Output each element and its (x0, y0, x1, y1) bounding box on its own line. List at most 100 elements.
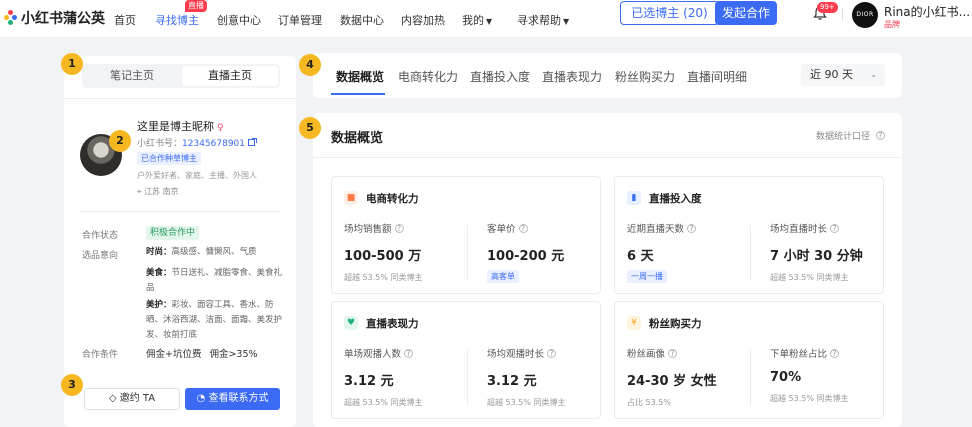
user-name[interactable]: Rina的小红书... (884, 3, 970, 20)
tab-data-overview[interactable]: 数据概览 (336, 68, 384, 85)
data-tabs-bar: 数据概览 电商转化力 直播投入度 直播表现力 粉丝购买力 直播间明细 近 90 … (313, 53, 902, 98)
card-title: 粉丝购买力 (649, 318, 702, 330)
help-icon[interactable]: ? (668, 349, 678, 358)
creator-id-value[interactable]: 12345678901 (182, 139, 245, 149)
nav-help[interactable]: 寻求帮助 ▼ (517, 12, 569, 28)
tab-live-homepage[interactable]: 直播主页 (182, 66, 278, 86)
nav-home[interactable]: 首页 (114, 12, 136, 28)
step-marker-1: 1 (61, 53, 83, 75)
launch-cooperation-button[interactable]: 发起合作 (715, 1, 777, 25)
divider (467, 225, 468, 281)
step-marker-4: 4 (299, 54, 321, 76)
help-icon[interactable]: ? (547, 349, 557, 358)
divider (750, 350, 751, 406)
invite-button[interactable]: ◇ 邀约 TA (84, 388, 180, 410)
card-title: 直播投入度 (649, 193, 702, 205)
term-item: 佣金+坑位费 (146, 349, 202, 360)
metric-sub: 超越 53.5% 同类博主 (344, 398, 423, 407)
nav-find-creators[interactable]: 寻找博主 (155, 12, 199, 28)
nav-help-label: 寻求帮助 (517, 14, 561, 27)
step-marker-5: 5 (299, 117, 321, 139)
metric-value: 3.12 元 (344, 374, 394, 389)
section-title: 数据概览 (331, 131, 384, 146)
brand-tag: 品牌 (884, 20, 900, 29)
nav-creative-center[interactable]: 创意中心 (217, 12, 261, 28)
metric-live-duration: 场均直播时长? 7 小时 30 分钟 超越 53.5% 同类博主 (770, 221, 896, 283)
metric-label: 单场观播人数? (344, 346, 470, 360)
pref-beauty: 美护：彩妆、面容工具、香水、防晒、沐浴西湖、洁面、面霜、美发护发、妆前打底 (146, 298, 286, 343)
user-avatar[interactable]: DIOR (852, 2, 878, 28)
contact-label: 查看联系方式 (208, 393, 269, 404)
notification-badge: 99+ (817, 2, 838, 13)
app-logo[interactable]: 小红书蒲公英 (4, 8, 105, 28)
coop-status-badge: 积极合作中 (146, 226, 200, 240)
view-contact-button[interactable]: ◔ 查看联系方式 (185, 388, 280, 410)
pref-category: 时尚： (146, 247, 172, 257)
help-icon[interactable]: ? (687, 224, 697, 233)
help-icon[interactable]: ? (830, 349, 840, 358)
date-range-select[interactable]: 近 90 天 ⌄ (801, 64, 885, 86)
help-icon[interactable]: ? (830, 224, 840, 233)
metric-label: 场均销售额? (344, 221, 470, 235)
data-overview-panel: 数据概览 数据统计口径 ? ■ 电商转化力 场均销售额? 100-500 万 超… (313, 113, 902, 427)
divider (64, 98, 296, 99)
help-icon[interactable]: ? (518, 224, 528, 233)
metric-label-text: 粉丝画像 (627, 349, 666, 360)
metric-avg-sales: 场均销售额? 100-500 万 超越 53.5% 同类博主 (344, 221, 470, 283)
metric-sub: 超越 53.5% 同类博主 (770, 273, 849, 282)
divider (80, 211, 280, 212)
invite-label: 邀约 TA (119, 393, 156, 404)
nav-mine[interactable]: 我的 ▼ (462, 12, 492, 28)
divider (842, 8, 843, 20)
metric-label: 场均观播时长? (487, 346, 613, 360)
metric-value: 3.12 元 (487, 374, 537, 389)
help-icon[interactable]: ? (404, 349, 414, 358)
chevron-down-icon: ▼ (563, 17, 570, 26)
metric-live-days: 近期直播天数? 6 天 一周一播 (627, 221, 753, 283)
creator-profile-panel: 笔记主页 直播主页 这里是博主昵称 ♀ 小红书号：12345678901 已合作种… (64, 56, 296, 427)
divider (467, 350, 468, 406)
stat-definition-link[interactable]: 数据统计口径 ? (816, 129, 885, 142)
metric-label-text: 客单价 (487, 224, 516, 235)
logo-text: 小红书蒲公英 (21, 11, 105, 27)
coop-status-label: 合作状态 (82, 231, 119, 241)
nav-content-boost[interactable]: 内容加热 (401, 12, 445, 28)
tab-live-performance[interactable]: 直播表现力 (542, 68, 602, 85)
metric-sub: 超越 53.5% 同类博主 (770, 394, 849, 403)
selected-creators-button[interactable]: 已选博主 (20) (620, 1, 719, 25)
metric-label: 客单价? (487, 221, 613, 235)
creator-location: ⌖ 江苏 南京 (137, 186, 179, 197)
date-range-value: 近 90 天 (810, 68, 853, 81)
nav-data-center[interactable]: 数据中心 (340, 12, 384, 28)
pref-fashion: 时尚：高级感、慵懒风、气质 (146, 245, 286, 260)
step-marker-2: 2 (109, 130, 131, 152)
metric-value: 100-200 元 (487, 249, 565, 264)
nav-mine-label: 我的 (462, 14, 484, 27)
divider (750, 225, 751, 281)
tab-ecommerce-conversion[interactable]: 电商转化力 (398, 68, 458, 85)
term-item: 佣金>35% (209, 349, 258, 360)
tab-fan-purchasing[interactable]: 粉丝购买力 (615, 68, 675, 85)
card-live-investment: ▮ 直播投入度 近期直播天数? 6 天 一周一播 场均直播时长? 7 小时 30… (614, 176, 884, 294)
metric-sub: 超越 53.5% 同类博主 (487, 398, 566, 407)
metric-sub: 超越 53.5% 同类博主 (344, 273, 423, 282)
female-icon: ♀ (217, 123, 224, 133)
metric-order-fans-ratio: 下单粉丝占比? 70% 超越 53.5% 同类博主 (770, 346, 896, 404)
creator-name-text: 这里是博主昵称 (137, 120, 214, 133)
tab-live-investment[interactable]: 直播投入度 (470, 68, 530, 85)
tab-live-room-details[interactable]: 直播间明细 (687, 68, 747, 85)
metric-label-text: 近期直播天数 (627, 224, 685, 235)
coop-terms: 佣金+坑位费 佣金>35% (146, 346, 266, 360)
nav-order-management[interactable]: 订单管理 (278, 12, 322, 28)
help-icon[interactable]: ? (394, 224, 404, 233)
bag-icon: ■ (344, 191, 358, 205)
active-tab-indicator (331, 93, 385, 95)
top-nav-bar: 小红书蒲公英 首页 寻找博主 直播 创意中心 订单管理 数据中心 内容加热 我的… (0, 0, 972, 38)
tab-notes-homepage[interactable]: 笔记主页 (84, 66, 180, 86)
bar-chart-icon: ▮ (627, 191, 641, 205)
metric-label-text: 单场观播人数 (344, 349, 402, 360)
metric-viewers: 单场观播人数? 3.12 元 超越 53.5% 同类博主 (344, 346, 470, 408)
card-live-performance: ♥ 直播表现力 单场观播人数? 3.12 元 超越 53.5% 同类博主 场均观… (331, 301, 601, 419)
chat-icon: ◔ (196, 393, 209, 404)
external-link-icon[interactable] (248, 138, 258, 147)
